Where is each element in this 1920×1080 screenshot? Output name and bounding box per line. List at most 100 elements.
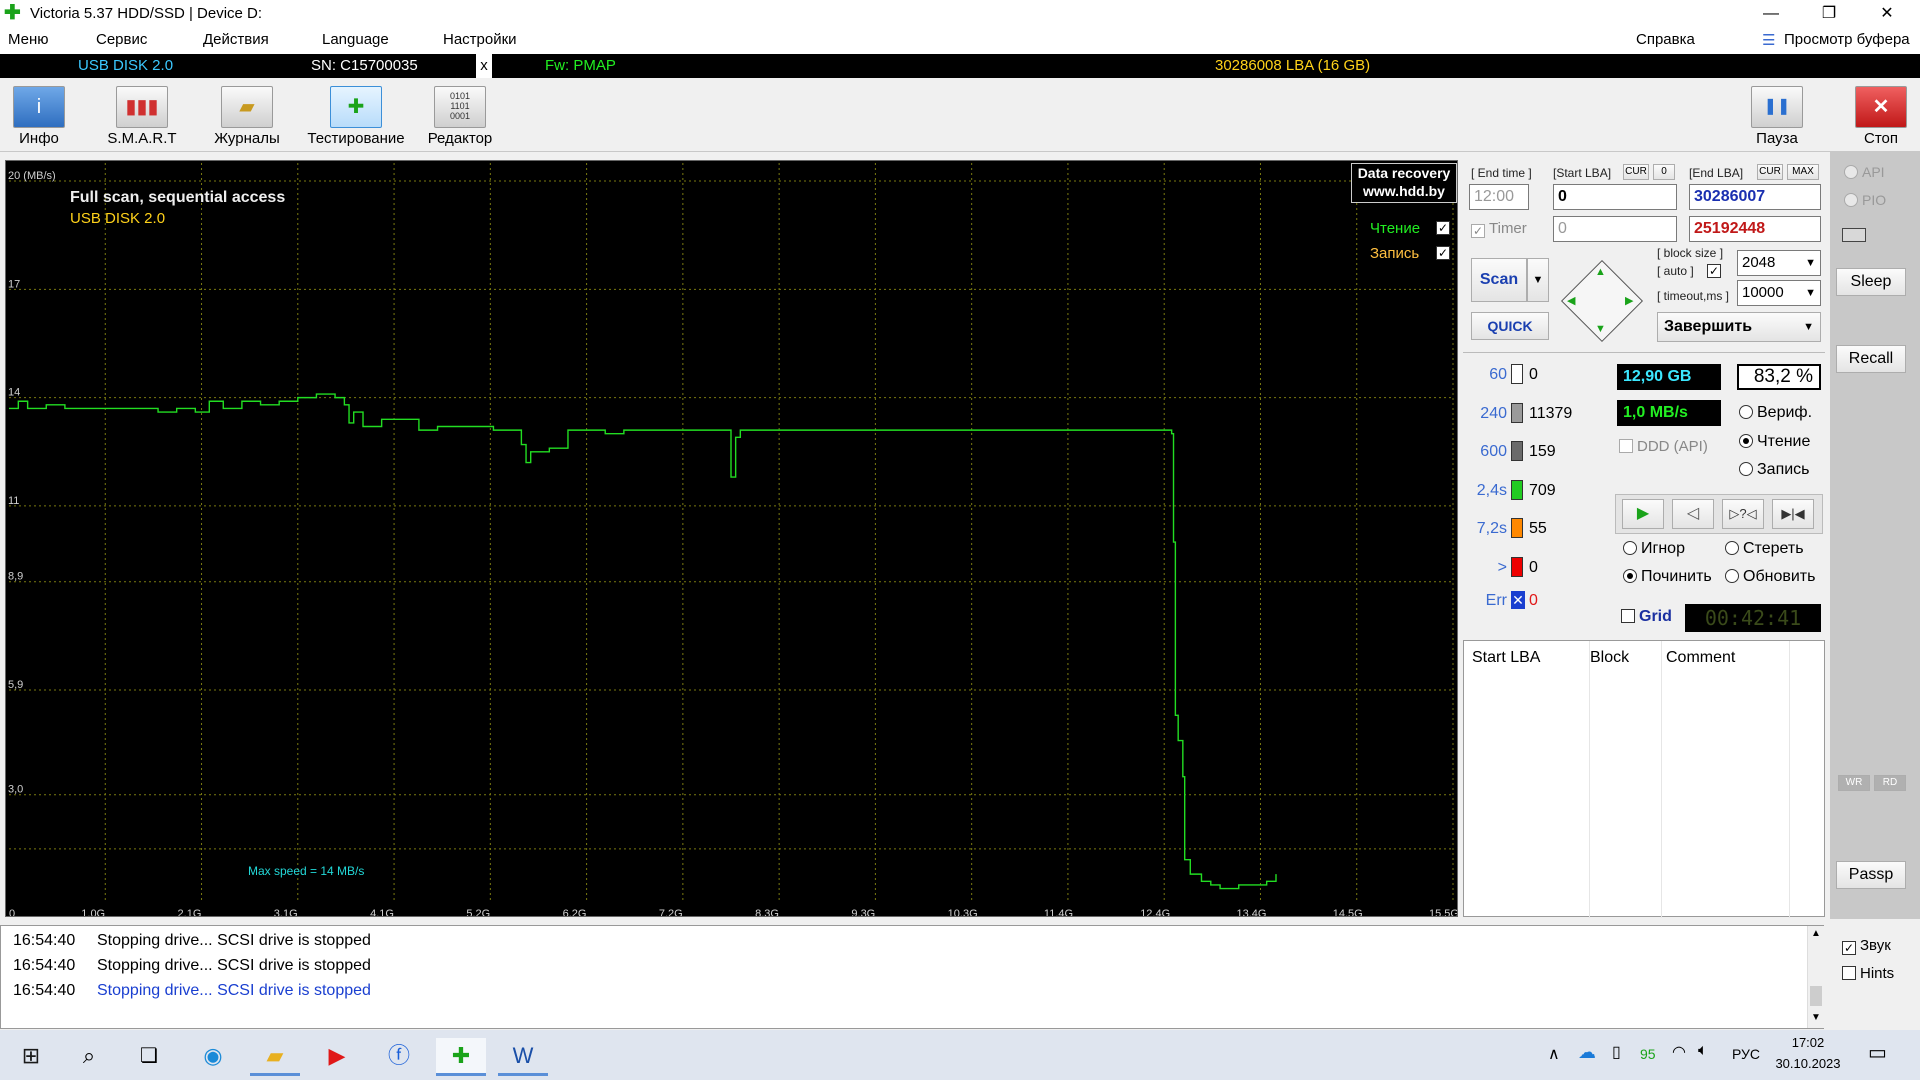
search-icon[interactable]: ⌕ xyxy=(64,1038,114,1076)
scan-mode-title: Full scan, sequential access xyxy=(70,189,286,206)
file-explorer-icon[interactable]: ▰ xyxy=(250,1038,300,1076)
menu-item-actions[interactable]: Действия xyxy=(203,31,269,48)
arrow-right-icon[interactable]: ▶ xyxy=(1625,294,1633,307)
language-indicator[interactable]: РУС xyxy=(1732,1046,1760,1062)
ddd-api-checkbox[interactable]: DDD (API) xyxy=(1619,438,1708,455)
x-tick-label: 11,4G xyxy=(1044,908,1073,917)
column-header-comment[interactable]: Comment xyxy=(1666,649,1735,667)
ignore-radio[interactable]: Игнор xyxy=(1623,540,1685,558)
err-icon[interactable]: ✕ xyxy=(1511,590,1525,609)
play-icon[interactable]: ▶ xyxy=(1622,499,1664,529)
wr-button[interactable]: WR xyxy=(1838,775,1870,791)
recall-button[interactable]: Recall xyxy=(1836,345,1906,373)
timeout-select[interactable]: 10000 ▼ xyxy=(1737,280,1821,306)
sound-checkbox[interactable]: ✓ Звук xyxy=(1842,937,1891,955)
x-tick-label: 3,1G xyxy=(274,908,298,917)
stat-value: 709 xyxy=(1529,481,1556,499)
direction-pad[interactable]: ▲ ▼ ◀ ▶ xyxy=(1560,259,1644,343)
hints-checkbox[interactable]: Hints xyxy=(1842,965,1894,982)
column-header-block[interactable]: Block xyxy=(1590,649,1629,667)
end-time-input[interactable]: 12:00 xyxy=(1469,184,1529,210)
editor-button[interactable]: 0101 1101 0001 Редактор xyxy=(410,86,510,150)
verify-radio[interactable]: Вериф. xyxy=(1739,404,1812,422)
scan-button[interactable]: Scan xyxy=(1471,258,1527,302)
task-view-icon[interactable]: ❏ xyxy=(124,1038,174,1076)
victoria-app-icon[interactable]: ✚ xyxy=(436,1038,486,1076)
read-legend-checkbox[interactable]: ✓ xyxy=(1436,221,1450,235)
column-header-start-lba[interactable]: Start LBA xyxy=(1472,649,1540,667)
arrow-up-icon[interactable]: ▲ xyxy=(1595,266,1606,278)
x-tick-label: 8,3G xyxy=(755,908,779,917)
passp-button[interactable]: Passp xyxy=(1836,861,1906,889)
scroll-down-icon[interactable]: ▼ xyxy=(1811,1012,1821,1023)
buffer-view-button[interactable]: Просмотр буфера xyxy=(1784,31,1910,48)
scroll-thumb[interactable] xyxy=(1810,986,1822,1006)
grid-checkbox[interactable]: Grid xyxy=(1621,608,1672,626)
timeout-label: [ timeout,ms ] xyxy=(1657,289,1730,303)
end-lba-input[interactable]: 30286007 xyxy=(1689,184,1821,210)
rewind-icon[interactable]: ◁ xyxy=(1672,499,1714,529)
info-button[interactable]: i Инфо xyxy=(0,86,89,150)
journals-button[interactable]: ▰ Журналы xyxy=(197,86,297,150)
finish-action-select[interactable]: Завершить ▼ xyxy=(1657,312,1821,342)
column-divider xyxy=(1661,641,1662,918)
smart-button[interactable]: ▮▮▮ S.M.A.R.T xyxy=(92,86,192,150)
read-radio[interactable]: Чтение xyxy=(1739,433,1810,451)
refresh-radio[interactable]: Обновить xyxy=(1725,568,1815,586)
tray-chevron-icon[interactable]: ∧ xyxy=(1548,1044,1560,1064)
write-radio[interactable]: Запись xyxy=(1739,461,1810,479)
start-lba-input[interactable]: 0 xyxy=(1553,184,1677,210)
badge-line-1: Data recovery xyxy=(1357,165,1451,181)
end-lba-cur-button[interactable]: CUR xyxy=(1757,164,1783,180)
butterfly-icon[interactable]: ▶|◀ xyxy=(1772,499,1814,529)
arrow-left-icon[interactable]: ◀ xyxy=(1567,294,1575,307)
wifi-icon[interactable]: ◠ xyxy=(1672,1042,1686,1062)
notifications-icon[interactable]: ▭ xyxy=(1868,1040,1887,1065)
edge-icon[interactable]: ◉ xyxy=(188,1038,238,1076)
block-size-select[interactable]: 2048 ▼ xyxy=(1737,250,1821,276)
facebook-icon[interactable]: ⓕ xyxy=(374,1038,424,1076)
auto-label: [ auto ] xyxy=(1657,264,1694,278)
erase-radio[interactable]: Стереть xyxy=(1725,540,1804,558)
start-lba-zero-button[interactable]: 0 xyxy=(1653,164,1675,180)
scroll-up-icon[interactable]: ▲ xyxy=(1811,928,1821,939)
timer-checkbox[interactable]: ✓ Timer xyxy=(1471,220,1527,238)
menu-item-help[interactable]: Справка xyxy=(1636,31,1695,48)
log-scrollbar[interactable]: ▲ ▼ xyxy=(1807,926,1824,1028)
rd-button[interactable]: RD xyxy=(1874,775,1906,791)
quick-button[interactable]: QUICK xyxy=(1471,312,1549,340)
clear-serial-button[interactable]: x xyxy=(476,54,492,78)
battery-icon[interactable]: ▯ xyxy=(1612,1042,1621,1062)
pause-button[interactable]: ❚❚ Пауза xyxy=(1737,86,1817,150)
testing-button[interactable]: ✚ Тестирование xyxy=(305,86,407,150)
menu-item-language[interactable]: Language xyxy=(322,31,389,48)
youtube-icon[interactable]: ▶ xyxy=(312,1038,362,1076)
maximize-button[interactable]: ❐ xyxy=(1800,0,1858,28)
menu-item-menu[interactable]: Меню xyxy=(8,31,49,48)
stat-label: 7,2s xyxy=(1476,520,1507,538)
onedrive-icon[interactable]: ☁ xyxy=(1578,1042,1596,1063)
scan-mode-dropdown[interactable]: ▼ xyxy=(1527,258,1549,302)
clock-time[interactable]: 17:02 xyxy=(1776,1035,1840,1050)
pio-radio[interactable]: PIO xyxy=(1844,192,1886,208)
write-legend-checkbox[interactable]: ✓ xyxy=(1436,246,1450,260)
api-radio[interactable]: API xyxy=(1844,164,1885,180)
clock-date[interactable]: 30.10.2023 xyxy=(1770,1056,1846,1071)
random-seek-icon[interactable]: ▷?◁ xyxy=(1722,499,1764,529)
sleep-button[interactable]: Sleep xyxy=(1836,268,1906,296)
stats-block: 60 0 240 11379 600 159 2,4s 709 7,2s 55 >0 Err ✕ 0 xyxy=(1465,360,1605,609)
auto-block-checkbox[interactable]: ✓ xyxy=(1707,264,1721,278)
repair-radio[interactable]: Починить xyxy=(1623,568,1712,586)
volume-icon[interactable]: 🔈︎ xyxy=(1698,1042,1708,1060)
windows-start-icon[interactable]: ⊞ xyxy=(6,1038,56,1076)
menu-item-settings[interactable]: Настройки xyxy=(443,31,517,48)
data-recovery-badge[interactable]: Data recovery www.hdd.by xyxy=(1351,163,1457,203)
end-lba-max-button[interactable]: MAX xyxy=(1787,164,1819,180)
start-lba-cur-button[interactable]: CUR xyxy=(1623,164,1649,180)
arrow-down-icon[interactable]: ▼ xyxy=(1595,323,1606,335)
close-button[interactable]: ✕ xyxy=(1858,0,1916,28)
menu-item-service[interactable]: Сервис xyxy=(96,31,147,48)
word-icon[interactable]: W xyxy=(498,1038,548,1076)
minimize-button[interactable]: — xyxy=(1742,0,1800,28)
stop-button[interactable]: ✕ Стоп xyxy=(1841,86,1920,150)
